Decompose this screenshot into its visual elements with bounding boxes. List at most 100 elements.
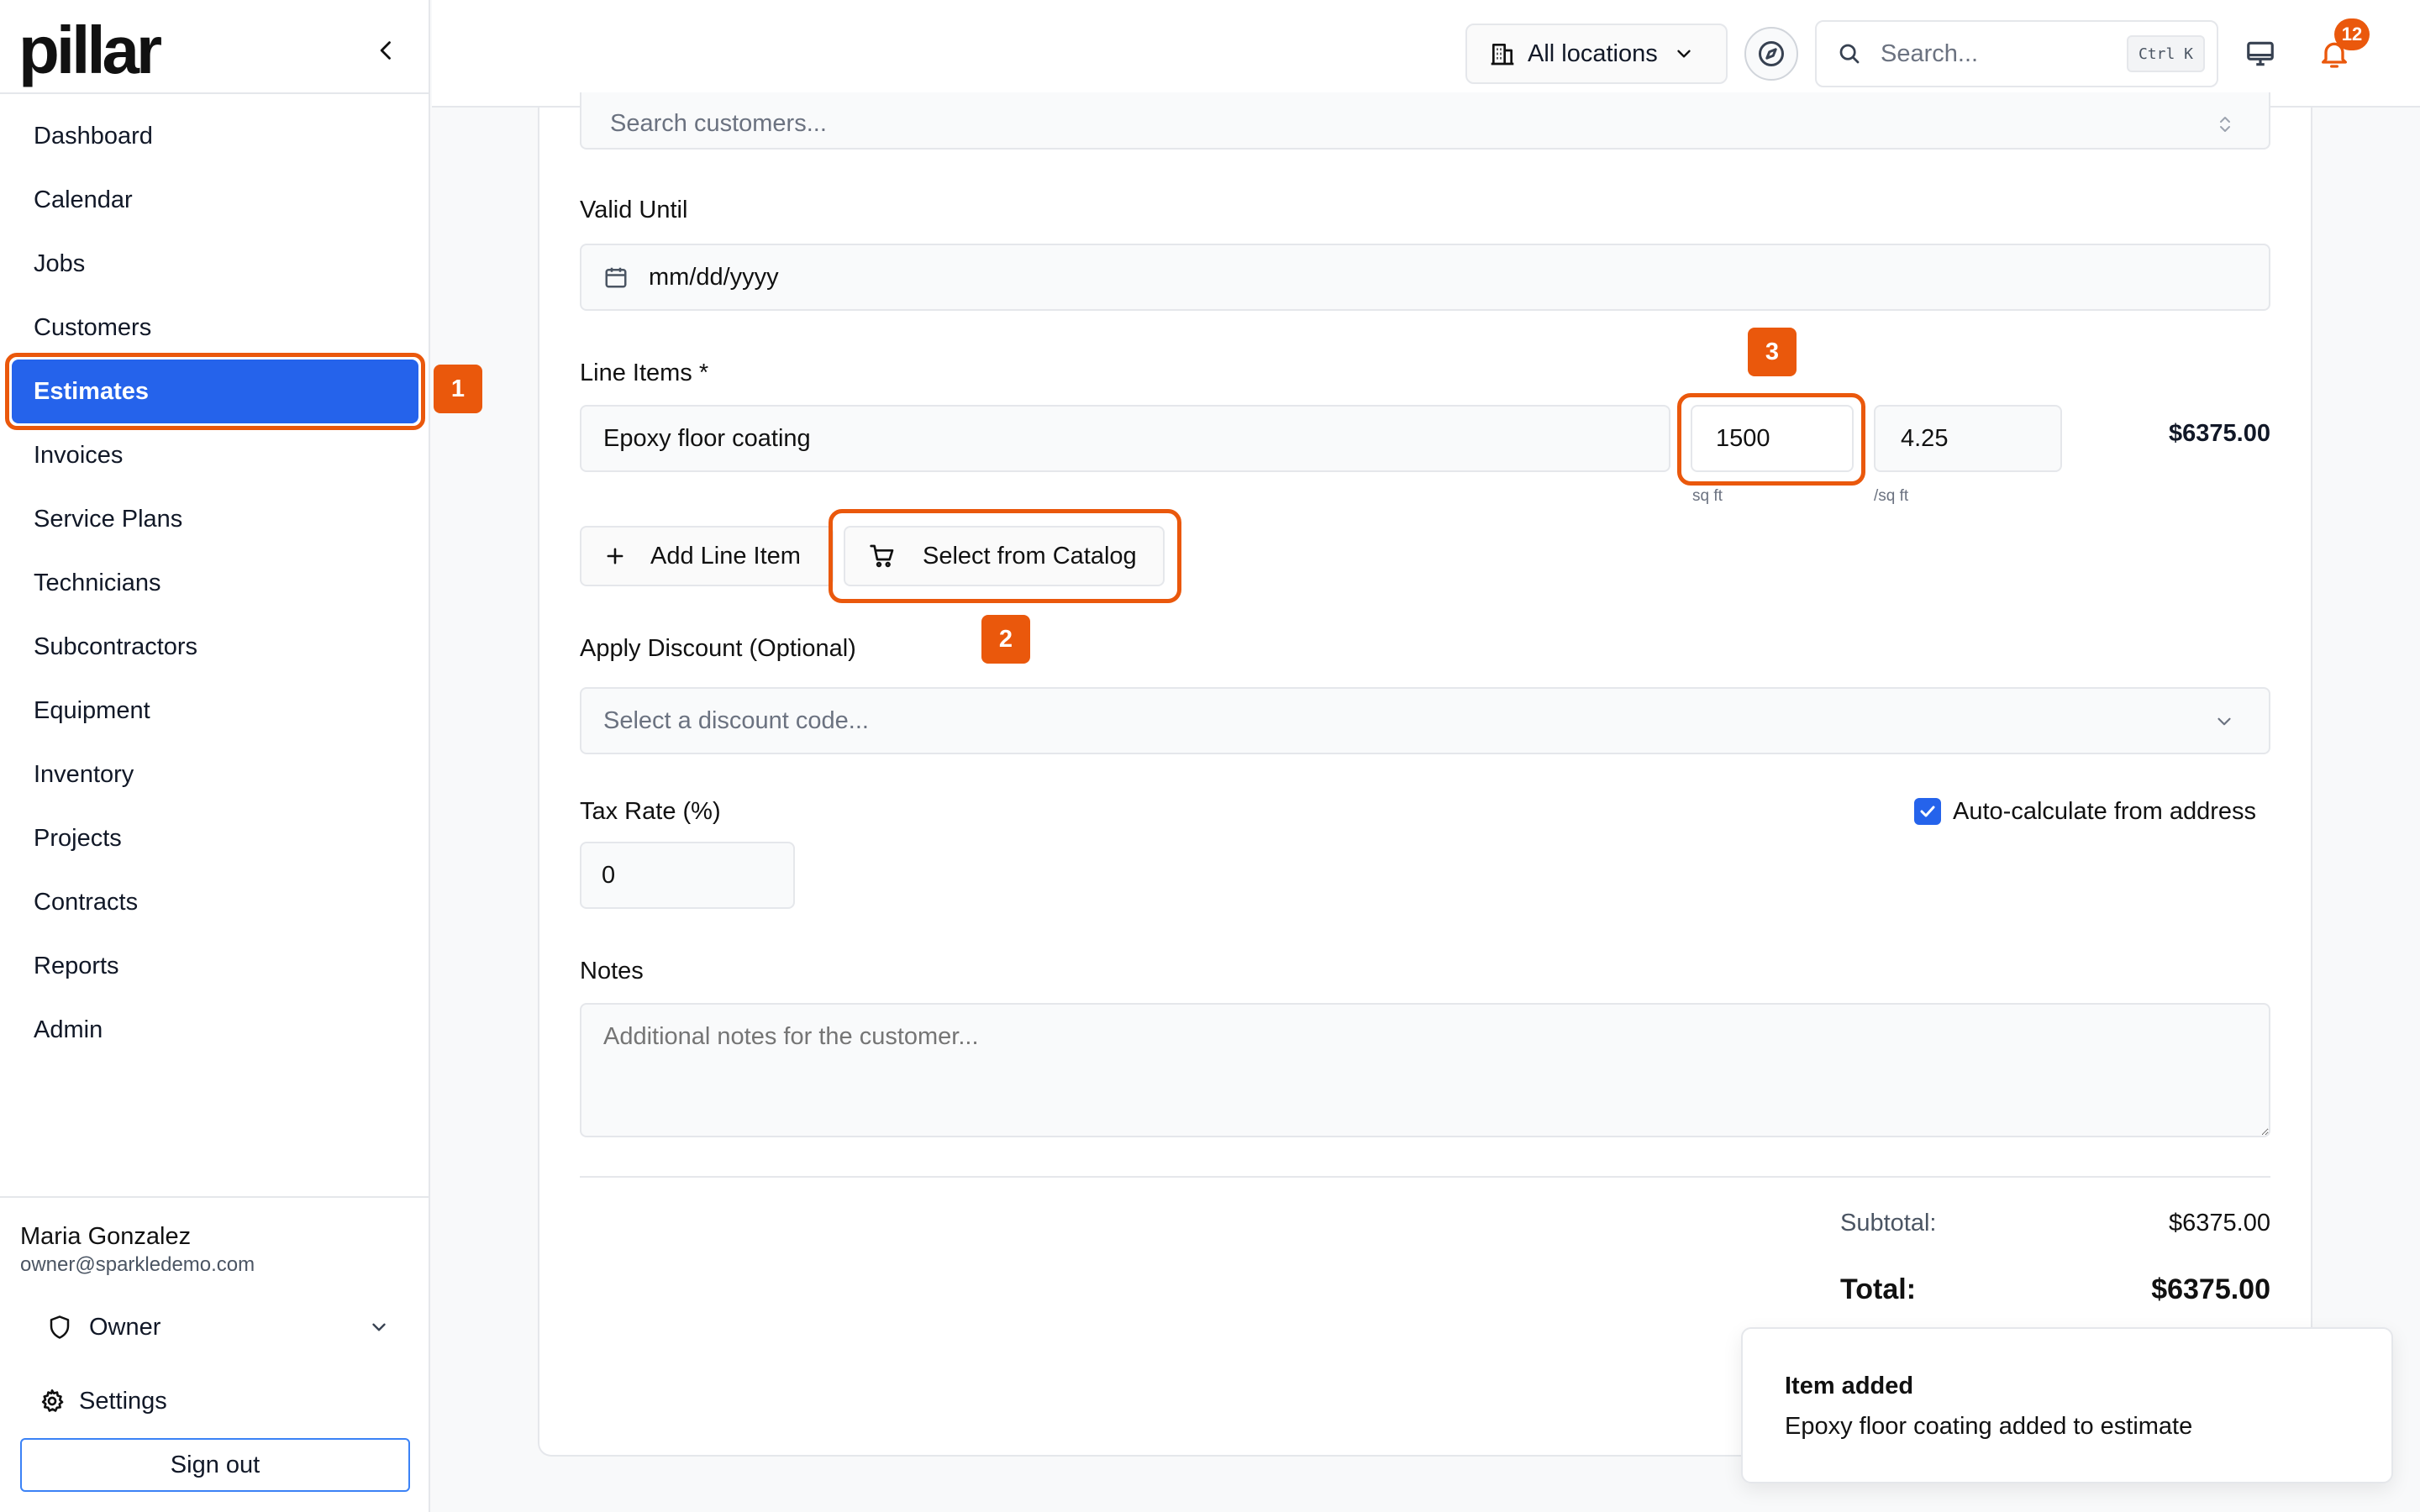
sidebar-item-label: Projects bbox=[34, 824, 122, 852]
sidebar-item-jobs[interactable]: Jobs bbox=[0, 232, 430, 296]
search-icon bbox=[1839, 44, 1860, 64]
sidebar-nav: Dashboard Calendar Jobs Customers Estima… bbox=[0, 104, 430, 1062]
total-value: $6375.00 bbox=[2151, 1273, 2270, 1305]
line-item-amount: $6375.00 bbox=[2169, 420, 2270, 447]
sidebar-item-service-plans[interactable]: Service Plans bbox=[0, 487, 430, 551]
global-search[interactable]: Ctrl K bbox=[1815, 20, 2218, 87]
calendar-icon bbox=[605, 267, 627, 288]
compass-button[interactable] bbox=[1744, 27, 1798, 81]
settings-link[interactable]: Settings bbox=[39, 1381, 167, 1421]
subtotal-label: Subtotal: bbox=[1840, 1210, 1937, 1236]
notes-textarea[interactable] bbox=[580, 1003, 2270, 1137]
annotation-marker-2: 2 bbox=[981, 615, 1030, 664]
sign-out-button[interactable]: Sign out bbox=[20, 1438, 410, 1492]
customer-search-input[interactable]: Search customers... bbox=[580, 92, 2270, 150]
check-icon bbox=[1920, 806, 1935, 817]
discount-select[interactable]: Select a discount code... bbox=[580, 687, 2270, 754]
sidebar-item-dashboard[interactable]: Dashboard bbox=[0, 104, 430, 168]
search-shortcut: Ctrl K bbox=[2126, 35, 2205, 72]
gear-icon bbox=[41, 1389, 64, 1412]
monitor-icon bbox=[2247, 41, 2274, 66]
sidebar-item-subcontractors[interactable]: Subcontractors bbox=[0, 615, 430, 679]
sidebar-item-label: Equipment bbox=[34, 696, 150, 724]
notification-count-badge: 12 bbox=[2334, 18, 2370, 50]
rate-unit: /sq ft bbox=[1874, 487, 1909, 505]
sidebar-item-projects[interactable]: Projects bbox=[0, 806, 430, 870]
sidebar-item-label: Calendar bbox=[34, 186, 133, 213]
line-item-rate: 4.25 bbox=[1901, 424, 1949, 452]
sidebar-item-customers[interactable]: Customers bbox=[0, 296, 430, 360]
valid-until-label: Valid Until bbox=[580, 197, 688, 223]
sidebar-divider bbox=[0, 92, 430, 94]
display-button[interactable] bbox=[2240, 34, 2281, 74]
tax-rate-label: Tax Rate (%) bbox=[580, 798, 721, 825]
brand-name: pillar bbox=[18, 13, 162, 87]
sidebar-item-invoices[interactable]: Invoices bbox=[0, 423, 430, 487]
tax-rate-value: 0 bbox=[602, 861, 616, 889]
line-item-description-input[interactable]: Epoxy floor coating bbox=[580, 405, 1670, 472]
sidebar-item-inventory[interactable]: Inventory bbox=[0, 743, 430, 806]
annotation-marker-1: 1 bbox=[434, 365, 482, 413]
location-selector[interactable]: All locations bbox=[1465, 24, 1728, 84]
annotation-highlight-quantity bbox=[1677, 393, 1865, 486]
toast-title: Item added bbox=[1785, 1373, 1914, 1399]
compass-icon bbox=[1759, 41, 1784, 66]
sidebar: pillar Dashboard Calendar Jobs Customers… bbox=[0, 0, 430, 1512]
sidebar-footer-divider bbox=[0, 1196, 430, 1198]
add-line-item-button[interactable]: Add Line Item bbox=[580, 526, 834, 586]
auto-calculate-label[interactable]: Auto-calculate from address bbox=[1953, 798, 2256, 826]
line-items-label: Line Items * bbox=[580, 360, 709, 386]
chevrons-up-down-icon bbox=[2220, 117, 2230, 132]
line-item-description: Epoxy floor coating bbox=[603, 424, 811, 452]
toast-message: Epoxy floor coating added to estimate bbox=[1785, 1413, 2193, 1440]
totals-divider bbox=[580, 1176, 2270, 1178]
total-label: Total: bbox=[1840, 1273, 1917, 1305]
annotation-marker-3: 3 bbox=[1748, 328, 1797, 376]
customer-search-placeholder: Search customers... bbox=[610, 110, 827, 137]
sidebar-item-calendar[interactable]: Calendar bbox=[0, 168, 430, 232]
sidebar-item-technicians[interactable]: Technicians bbox=[0, 551, 430, 615]
settings-label: Settings bbox=[79, 1387, 167, 1415]
sidebar-item-label: Subcontractors bbox=[34, 633, 198, 660]
sidebar-item-label: Contracts bbox=[34, 888, 139, 916]
collapse-sidebar-button[interactable] bbox=[366, 30, 407, 71]
sidebar-item-label: Invoices bbox=[34, 441, 124, 469]
sidebar-item-label: Customers bbox=[34, 313, 152, 341]
search-input[interactable] bbox=[1881, 39, 2116, 68]
sidebar-item-label: Reports bbox=[34, 952, 119, 979]
chevron-left-icon bbox=[380, 41, 391, 60]
plus-icon bbox=[607, 548, 623, 564]
line-item-rate-input[interactable]: 4.25 bbox=[1874, 405, 2062, 472]
location-label: All locations bbox=[1528, 39, 1658, 67]
building-icon bbox=[1491, 44, 1514, 66]
add-line-item-label: Add Line Item bbox=[650, 542, 801, 570]
sidebar-item-contracts[interactable]: Contracts bbox=[0, 870, 430, 934]
chevron-down-icon bbox=[372, 1323, 386, 1331]
role-selector[interactable]: Owner bbox=[47, 1307, 390, 1347]
sidebar-item-label: Dashboard bbox=[34, 122, 153, 150]
sidebar-item-admin[interactable]: Admin bbox=[0, 998, 430, 1062]
user-name: Maria Gonzalez bbox=[20, 1223, 192, 1250]
brand-logo[interactable]: pillar bbox=[18, 13, 162, 87]
valid-until-input[interactable]: mm/dd/yyyy bbox=[580, 244, 2270, 311]
sidebar-item-label: Jobs bbox=[34, 249, 86, 277]
discount-placeholder: Select a discount code... bbox=[603, 706, 869, 734]
shield-icon bbox=[50, 1315, 70, 1339]
chevron-down-icon bbox=[2217, 717, 2231, 726]
sidebar-item-label: Inventory bbox=[34, 760, 134, 788]
sidebar-item-reports[interactable]: Reports bbox=[0, 934, 430, 998]
sidebar-item-equipment[interactable]: Equipment bbox=[0, 679, 430, 743]
chevron-down-icon bbox=[1677, 50, 1691, 58]
sidebar-item-label: Technicians bbox=[34, 569, 161, 596]
user-email: owner@sparkledemo.com bbox=[20, 1253, 255, 1276]
valid-until-placeholder: mm/dd/yyyy bbox=[649, 263, 779, 291]
quantity-unit: sq ft bbox=[1692, 487, 1723, 505]
toast-notification[interactable]: Item added Epoxy floor coating added to … bbox=[1741, 1327, 2393, 1483]
annotation-highlight-estimates bbox=[5, 353, 425, 430]
tax-rate-input[interactable]: 0 bbox=[580, 842, 795, 909]
notes-label: Notes bbox=[580, 958, 644, 984]
annotation-highlight-catalog bbox=[829, 509, 1181, 603]
auto-calculate-checkbox[interactable] bbox=[1914, 798, 1941, 825]
role-label: Owner bbox=[89, 1313, 161, 1341]
subtotal-value: $6375.00 bbox=[2169, 1210, 2270, 1236]
